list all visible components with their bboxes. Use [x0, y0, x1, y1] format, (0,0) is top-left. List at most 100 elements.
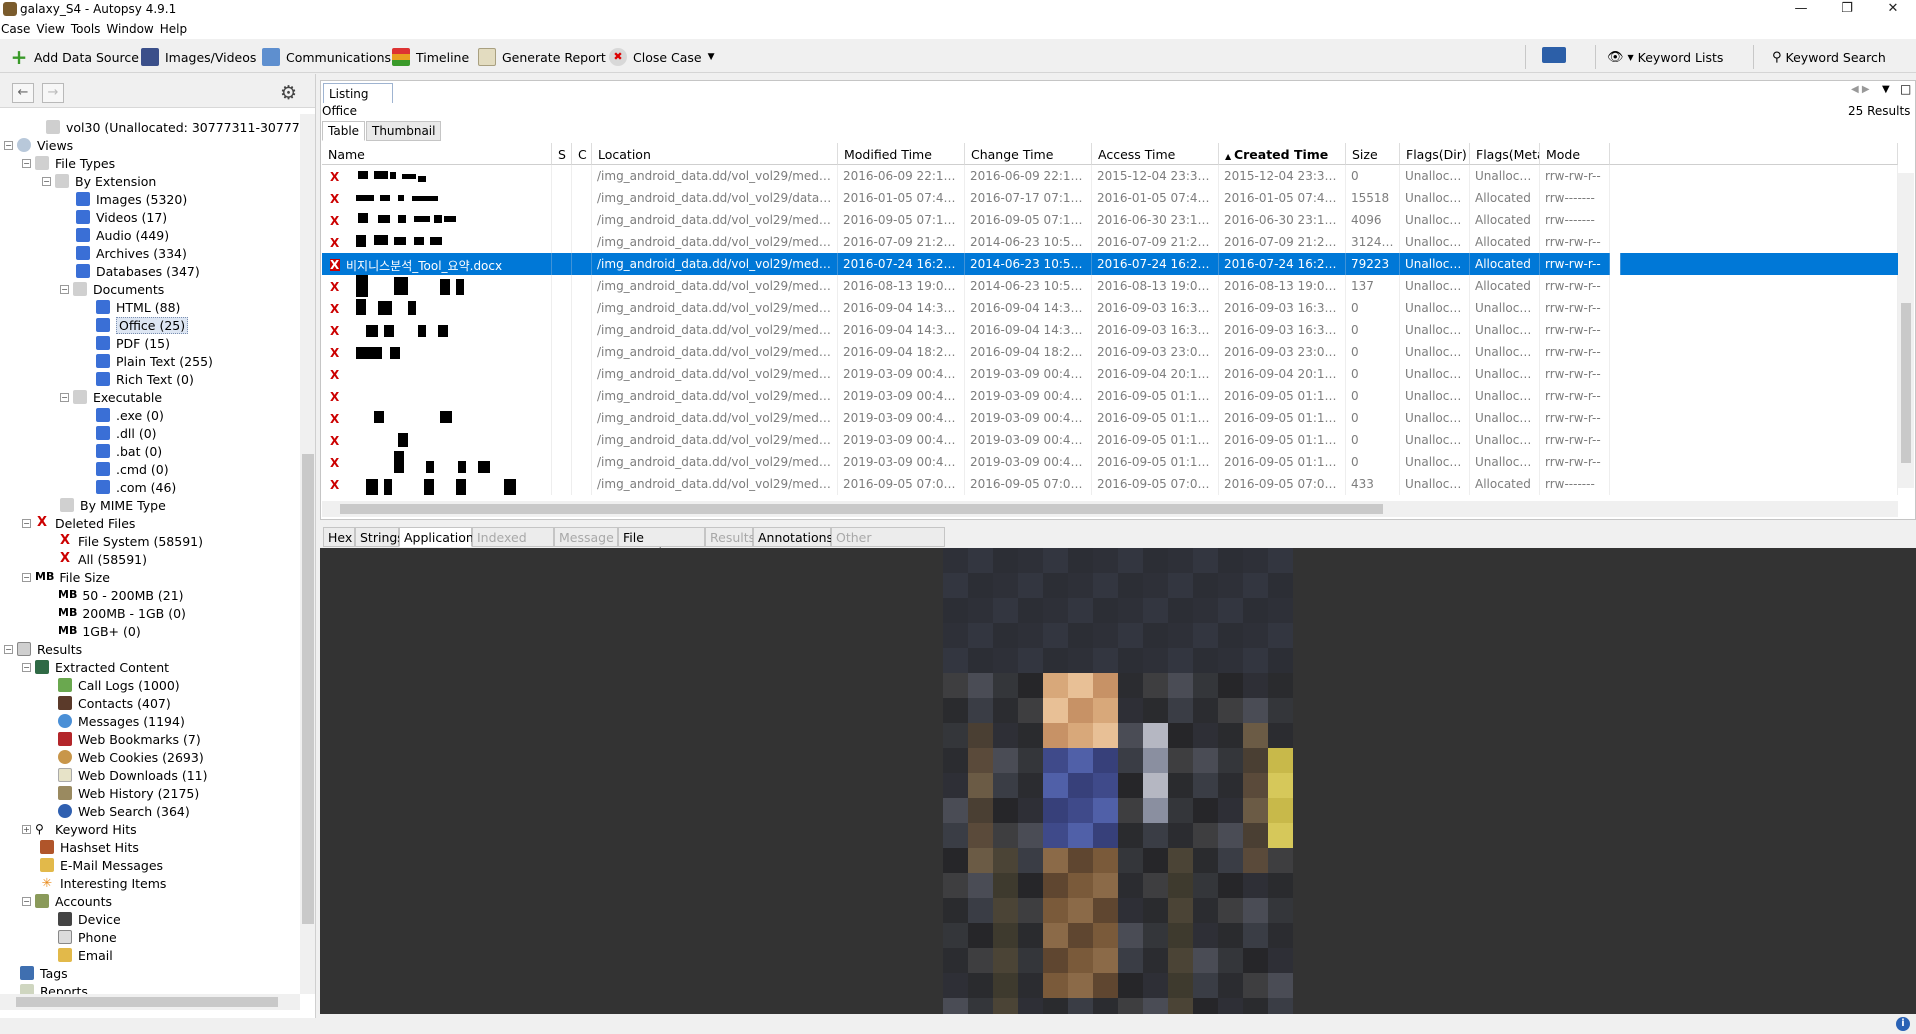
- modified-time-column-header[interactable]: Modified Time: [838, 143, 965, 165]
- tree-node-size-200-1g[interactable]: MB 200MB - 1GB (0): [58, 604, 186, 622]
- generate-report-button[interactable]: Generate Report: [478, 47, 606, 67]
- tree-node-html[interactable]: HTML (88): [96, 298, 180, 316]
- tree-node-email-messages[interactable]: E-Mail Messages: [40, 856, 163, 874]
- table-row[interactable]: X/img_android_data.dd/vol_vol29/data/com…: [322, 187, 1898, 209]
- mode-column-header[interactable]: Mode: [1540, 143, 1610, 165]
- tree-node-by-mime[interactable]: By MIME Type: [60, 496, 166, 514]
- tree-node-file-types[interactable]: − File Types: [22, 154, 115, 172]
- name-column-header[interactable]: Name: [322, 143, 552, 165]
- email-notification-button[interactable]: [1542, 45, 1572, 65]
- tree-vertical-scrollbar[interactable]: [300, 114, 315, 994]
- tree-node-size-1g[interactable]: MB 1GB+ (0): [58, 622, 141, 640]
- tree-node-file-system[interactable]: X File System (58591): [58, 532, 203, 550]
- tab-nav-arrows-icon[interactable]: ◀ ▶: [1851, 84, 1870, 95]
- collapse-icon[interactable]: −: [4, 140, 13, 150]
- tab-strings[interactable]: Strings: [355, 527, 404, 547]
- menu-tools[interactable]: Tools: [70, 20, 106, 36]
- tree-node-views[interactable]: − Views: [4, 136, 73, 154]
- tree-node-com[interactable]: .com (46): [96, 478, 176, 496]
- table-vertical-scrollbar[interactable]: [1898, 173, 1914, 488]
- tree-node-plain-text[interactable]: Plain Text (255): [96, 352, 213, 370]
- tab-table[interactable]: Table: [322, 121, 366, 141]
- tree-node-file-size[interactable]: − MB File Size: [22, 568, 110, 586]
- table-row[interactable]: X 비지니스분석_Tool_요약.docx/img_android_data.dd…: [322, 253, 1898, 275]
- tree-node-documents[interactable]: − Documents: [60, 280, 164, 298]
- collapse-icon[interactable]: −: [60, 284, 69, 294]
- tree-node-size-50-200[interactable]: MB 50 - 200MB (21): [58, 586, 184, 604]
- tree-node-images[interactable]: Images (5320): [76, 190, 187, 208]
- tree-node-rich-text[interactable]: Rich Text (0): [96, 370, 194, 388]
- restore-icon[interactable]: ❐: [1824, 0, 1870, 20]
- tree-node-pdf[interactable]: PDF (15): [96, 334, 170, 352]
- tree-node-videos[interactable]: Videos (17): [76, 208, 167, 226]
- collapse-icon[interactable]: −: [60, 392, 69, 402]
- tree-node-extracted-content[interactable]: − Extracted Content: [22, 658, 169, 676]
- tree-node-tags[interactable]: Tags: [20, 964, 68, 982]
- table-row[interactable]: X/img_android_data.dd/vol_vol29/media/0/…: [322, 341, 1898, 363]
- images-videos-button[interactable]: Images/Videos: [141, 47, 256, 67]
- menu-case[interactable]: Case: [0, 20, 35, 36]
- tree-node-messages[interactable]: Messages (1194): [58, 712, 185, 730]
- table-row[interactable]: X/img_android_data.dd/vol_vol29/media/0/…: [322, 473, 1898, 495]
- tree-node-vol30[interactable]: vol30 (Unallocated: 30777311-30777343): [46, 118, 315, 136]
- menu-view[interactable]: View: [35, 20, 69, 36]
- tree-node-phone[interactable]: Phone: [58, 928, 117, 946]
- tree-node-by-extension[interactable]: − By Extension: [42, 172, 156, 190]
- tree-node-web-downloads[interactable]: Web Downloads (11): [58, 766, 208, 784]
- tree-node-databases[interactable]: Databases (347): [76, 262, 200, 280]
- tab-other-occurrences[interactable]: Other Occurrences: [831, 527, 945, 560]
- s-column-header[interactable]: S: [552, 143, 572, 165]
- tree-horizontal-scrollbar[interactable]: [0, 994, 300, 1010]
- c-column-header[interactable]: C: [572, 143, 592, 165]
- tab-application[interactable]: Application: [399, 527, 474, 547]
- tree-node-contacts[interactable]: Contacts (407): [58, 694, 171, 712]
- close-window-icon[interactable]: ✕: [1870, 0, 1916, 20]
- timeline-button[interactable]: Timeline: [392, 47, 469, 67]
- table-row[interactable]: X/img_android_data.dd/vol_vol29/media/0/…: [322, 231, 1898, 253]
- menu-window[interactable]: Window: [105, 20, 158, 36]
- collapse-icon[interactable]: −: [22, 518, 31, 528]
- tree-node-web-history[interactable]: Web History (2175): [58, 784, 199, 802]
- collapse-icon[interactable]: −: [22, 662, 31, 672]
- tab-thumbnail[interactable]: Thumbnail: [366, 121, 442, 141]
- tree-node-archives[interactable]: Archives (334): [76, 244, 187, 262]
- expand-icon[interactable]: +: [22, 824, 31, 834]
- change-time-column-header[interactable]: Change Time: [965, 143, 1092, 165]
- maximize-panel-icon[interactable]: □: [1900, 82, 1911, 96]
- table-row[interactable]: X/img_android_data.dd/vol_vol29/media/0/…: [322, 165, 1898, 187]
- tree-node-web-cookies[interactable]: Web Cookies (2693): [58, 748, 204, 766]
- table-row[interactable]: X/img_android_data.dd/vol_vol29/media/0/…: [322, 319, 1898, 341]
- communications-button[interactable]: Communications: [262, 47, 391, 67]
- table-row[interactable]: X/img_android_data.dd/vol_vol29/media/0/…: [322, 297, 1898, 319]
- tree-node-keyword-hits[interactable]: + ⚲ Keyword Hits: [22, 820, 137, 838]
- table-row[interactable]: X/img_android_data.dd/vol_vol29/media/0/…: [322, 209, 1898, 231]
- collapse-icon[interactable]: −: [22, 158, 31, 168]
- tree-node-results[interactable]: − Results: [4, 640, 82, 658]
- created-time-column-header[interactable]: ▲ Created Time: [1219, 143, 1346, 165]
- minimize-icon[interactable]: —: [1778, 0, 1824, 20]
- tab-hex[interactable]: Hex: [323, 527, 355, 547]
- table-row[interactable]: X/img_android_data.dd/vol_vol29/media/0/…: [322, 429, 1898, 451]
- scrollbar-thumb[interactable]: [340, 504, 1383, 514]
- tab-dropdown-icon[interactable]: ▼: [1882, 84, 1890, 95]
- menu-help[interactable]: Help: [159, 20, 192, 36]
- table-row[interactable]: X/img_android_data.dd/vol_vol29/media/0/…: [322, 275, 1898, 297]
- tree-node-executable[interactable]: − Executable: [60, 388, 162, 406]
- collapse-icon[interactable]: −: [4, 644, 13, 654]
- location-column-header[interactable]: Location: [592, 143, 838, 165]
- scrollbar-thumb[interactable]: [1901, 303, 1911, 463]
- tab-annotations[interactable]: Annotations: [753, 527, 833, 547]
- tree-node-exe[interactable]: .exe (0): [96, 406, 164, 424]
- tree-node-device[interactable]: Device: [58, 910, 121, 928]
- tab-listing[interactable]: Listing: [323, 83, 393, 103]
- info-icon[interactable]: i: [1896, 1017, 1910, 1031]
- collapse-icon[interactable]: −: [22, 896, 31, 906]
- tree-node-all[interactable]: X All (58591): [58, 550, 147, 568]
- flags-meta-column-header[interactable]: Flags(Meta): [1470, 143, 1540, 165]
- keyword-lists-button[interactable]: 👁 ▼ Keyword Lists: [1607, 47, 1723, 67]
- tree-node-cmd[interactable]: .cmd (0): [96, 460, 169, 478]
- keyword-search-button[interactable]: ⚲ Keyword Search: [1772, 47, 1886, 67]
- tree-node-office[interactable]: Office (25): [96, 316, 189, 334]
- close-case-button[interactable]: ✖ Close Case ▼: [609, 47, 715, 67]
- tree-node-web-bookmarks[interactable]: Web Bookmarks (7): [58, 730, 201, 748]
